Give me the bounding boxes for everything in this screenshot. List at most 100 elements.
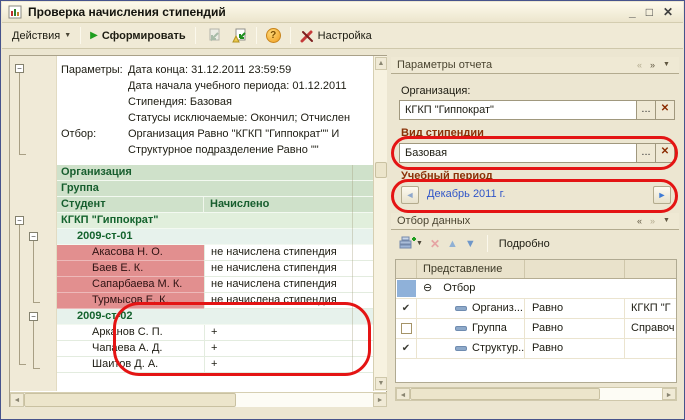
chevrons-left-icon[interactable]: « [637, 213, 642, 229]
clear-icon[interactable]: ✕ [655, 144, 674, 162]
select-result-button-disabled[interactable] [200, 25, 226, 46]
student-cell[interactable]: Сапарбаева М. К. [57, 277, 204, 293]
horizontal-scrollbar[interactable]: ◄ ► [395, 387, 677, 401]
add-filter-button[interactable]: ▼ [399, 236, 423, 251]
section-header-filter[interactable]: Отбор данных [391, 213, 679, 230]
scholarship-kind-value[interactable]: Базовая [400, 147, 636, 159]
collapse-group-icon[interactable]: − [29, 312, 38, 321]
collapse-group-icon[interactable]: − [29, 232, 38, 241]
group-bracket [33, 321, 40, 369]
chevrons-right-icon[interactable]: » [650, 213, 655, 229]
filter-row[interactable]: Группа Равно Справоч [396, 319, 676, 339]
checkbox-unchecked[interactable] [401, 323, 412, 334]
actions-menu-button[interactable]: Действия ▼ [7, 27, 76, 45]
column-header-accrued[interactable]: Начислено [204, 197, 373, 213]
add-list-icon [399, 236, 416, 251]
filter-label: Отбор: [61, 126, 96, 142]
scroll-right-icon[interactable]: ► [373, 393, 387, 407]
report-settings-sidebar: Параметры отчета « » ▼ Организация: КГКП… [391, 55, 679, 407]
filter-value[interactable]: КГКП "Г [625, 299, 676, 318]
filter-line: Структурное подразделение Равно "" [128, 142, 319, 158]
filter-item-icon [455, 326, 467, 331]
org-group-row[interactable]: КГКП "Гиппократ" [57, 213, 373, 229]
chevrons-right-icon[interactable]: » [650, 57, 655, 73]
close-button[interactable]: ✕ [663, 5, 673, 19]
checkmark-icon[interactable]: ✔ [396, 339, 417, 358]
filter-condition[interactable]: Равно [525, 339, 625, 358]
param-line: Стипендия: Базовая [128, 94, 232, 110]
maximize-button[interactable]: □ [646, 5, 653, 19]
app-window: Проверка начисления стипендий _ □ ✕ Дейс… [0, 0, 685, 420]
scroll-down-icon[interactable]: ▼ [375, 377, 387, 390]
scrollbar-thumb[interactable] [24, 393, 236, 407]
scrollbar-track[interactable] [236, 393, 373, 407]
collapse-node-icon[interactable]: ⊖ [423, 282, 432, 294]
student-cell[interactable]: Турмысов Е. К. [57, 293, 204, 309]
settings-label: Настройка [318, 30, 372, 42]
period-link[interactable]: Декабрь 2011 г. [427, 188, 505, 200]
student-cell[interactable]: Арканов С. П. [57, 325, 204, 341]
scrollbar-thumb[interactable] [410, 388, 600, 400]
column-header-student[interactable]: Студент [57, 197, 204, 213]
student-cell[interactable]: Акасова Н. О. [57, 245, 204, 261]
header-row-group[interactable]: Группа [57, 181, 373, 197]
group-row[interactable]: 2009-ст-01 [57, 229, 373, 245]
section-collapse-icon[interactable]: ▼ [663, 57, 670, 73]
help-button[interactable]: ? [261, 25, 286, 46]
settings-button[interactable]: Настройка [295, 26, 377, 46]
student-cell[interactable]: Баев Е. К. [57, 261, 204, 277]
filter-row[interactable]: ✔ Организ... Равно КГКП "Г [396, 299, 676, 319]
group-bracket [33, 241, 40, 303]
move-up-icon[interactable]: ▲ [447, 238, 458, 250]
vertical-scrollbar[interactable]: ▲ ▼ [373, 56, 387, 391]
filter-value[interactable] [625, 339, 676, 358]
filter-row[interactable]: ✔ Структур... Равно [396, 339, 676, 359]
section-header-parameters[interactable]: Параметры отчета [391, 57, 679, 74]
accrued-cell[interactable]: не начислена стипендия [204, 293, 373, 309]
scroll-left-icon[interactable]: ◄ [10, 393, 24, 407]
choose-button[interactable]: ... [636, 144, 655, 162]
accrued-cell[interactable]: + [204, 341, 373, 357]
accrued-cell[interactable]: + [204, 357, 373, 373]
scroll-up-icon[interactable]: ▲ [375, 57, 387, 70]
filter-condition[interactable]: Равно [525, 299, 625, 318]
accrued-cell[interactable]: + [204, 325, 373, 341]
move-down-icon[interactable]: ▼ [465, 238, 476, 250]
accrued-cell[interactable]: не начислена стипендия [204, 245, 373, 261]
grid-header-condition-col [525, 260, 625, 278]
collapse-group-icon[interactable]: − [15, 216, 24, 225]
filter-condition[interactable]: Равно [525, 319, 625, 338]
scrollbar-thumb[interactable] [375, 162, 387, 178]
filter-group-label: Отбор [443, 282, 475, 294]
accrued-cell[interactable]: не начислена стипендия [204, 261, 373, 277]
student-cell[interactable]: Шаитов Д. А. [57, 357, 204, 373]
header-row-organization[interactable]: Организация [57, 165, 373, 181]
previous-period-icon[interactable]: ◄ [401, 186, 419, 204]
collapse-group-icon[interactable]: − [15, 64, 24, 73]
horizontal-scrollbar[interactable]: ◄ ► [10, 392, 387, 407]
generate-button[interactable]: ▶ Сформировать [85, 27, 191, 45]
minimize-button[interactable]: _ [629, 5, 636, 19]
filter-value[interactable]: Справоч [625, 319, 676, 338]
chevrons-left-icon[interactable]: « [637, 57, 642, 73]
row-selector[interactable] [397, 280, 416, 297]
next-period-icon[interactable]: ► [653, 186, 671, 204]
accrued-cell[interactable]: не начислена стипендия [204, 277, 373, 293]
group-row[interactable]: 2009-ст-02 [57, 309, 373, 325]
organization-field[interactable]: КГКП "Гиппократ" ... ✕ [399, 100, 675, 120]
scroll-right-icon[interactable]: ► [662, 388, 676, 400]
study-period-label: Учебный период [401, 170, 493, 182]
scroll-left-icon[interactable]: ◄ [396, 388, 410, 400]
scholarship-kind-field[interactable]: Базовая ... ✕ [399, 143, 675, 163]
choose-button[interactable]: ... [636, 101, 655, 119]
student-cell[interactable]: Чапаева А. Д. [57, 341, 204, 357]
section-collapse-icon[interactable]: ▼ [663, 213, 670, 229]
filter-group-row[interactable]: ⊖ Отбор [396, 279, 676, 299]
detail-button[interactable]: Подробно [499, 238, 550, 250]
checkmark-icon[interactable]: ✔ [396, 299, 417, 318]
clear-icon[interactable]: ✕ [655, 101, 674, 119]
organization-value[interactable]: КГКП "Гиппократ" [400, 104, 636, 116]
scrollbar-track[interactable] [600, 388, 662, 400]
select-result-button[interactable] [226, 25, 252, 46]
delete-filter-icon[interactable]: ✕ [430, 237, 440, 251]
